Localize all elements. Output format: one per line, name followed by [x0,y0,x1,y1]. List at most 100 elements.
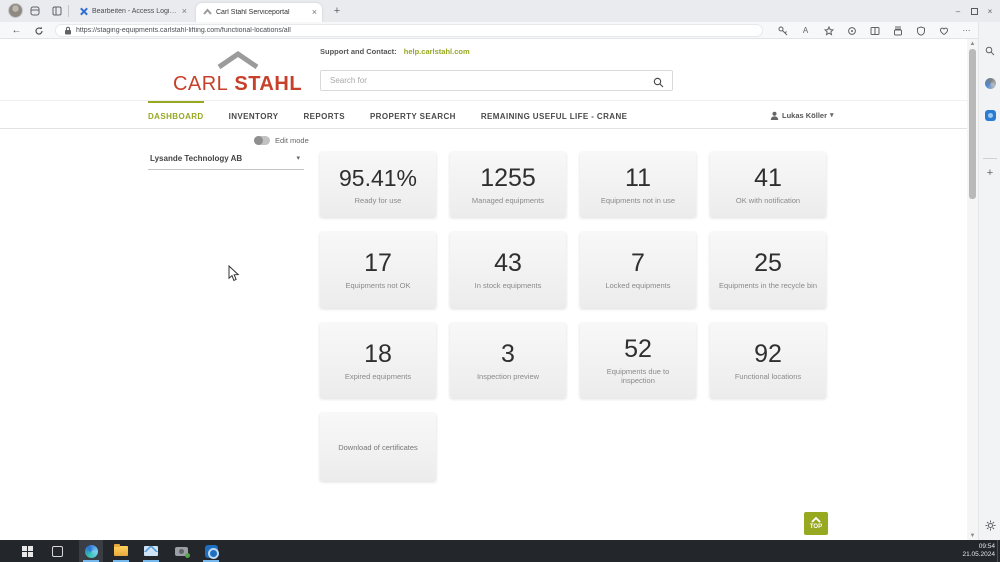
clock-time: 09:54 [962,543,995,551]
designer-app-icon[interactable] [983,108,997,122]
tile-equipments-not-ok[interactable]: 17 Equipments not OK [320,232,436,308]
screenshot-tool-icon[interactable] [172,542,190,560]
page-scrollbar[interactable]: ▲ ▼ [967,39,978,540]
nav-inventory[interactable]: INVENTORY [229,101,279,129]
clock-date: 21.05.2024 [962,551,995,559]
mail-icon[interactable] [142,542,160,560]
logo-text: CARL STAHL [165,73,310,96]
window-controls: – × [950,0,998,22]
nav-reports[interactable]: REPORTS [303,101,344,129]
new-tab-button[interactable]: + [330,4,344,18]
access-favicon [79,7,88,16]
scrollbar-up-icon[interactable]: ▲ [967,39,978,48]
user-name: Lukas Köller [782,111,827,120]
outlook-icon[interactable] [202,542,220,560]
edit-mode-label: Edit mode [275,136,309,145]
search-box [320,70,673,91]
tab-close-icon[interactable]: × [312,8,317,17]
support-link[interactable]: help.carlstahl.com [404,47,470,56]
edit-mode-toggle[interactable] [254,136,270,145]
split-screen-icon[interactable] [868,24,881,37]
tile-equipments-due-to-inspection[interactable]: 52 Equipments due to inspection [580,323,696,398]
browser-toolbar: ← https://staging-equipments.carlstahl-l… [0,22,1000,39]
browser-essentials-icon[interactable] [937,24,950,37]
tile-ok-with-notification[interactable]: 41 OK with notification [710,152,826,217]
edge-sidebar: + [978,22,1000,540]
more-options-icon[interactable]: ⋯ [960,24,973,37]
screen: Bearbeiten - Access Login - Hel × Carl S… [0,0,1000,562]
browser-titlebar: Bearbeiten - Access Login - Hel × Carl S… [0,0,1000,22]
favorites-star-icon[interactable] [822,24,835,37]
tile-in-stock-equipments[interactable]: 43 In stock equipments [450,232,566,308]
support-contact: Support and Contact: help.carlstahl.com [320,47,470,56]
scrollbar-thumb[interactable] [969,49,976,199]
url-text: https://staging-equipments.carlstahl-lif… [76,27,291,34]
edit-mode-control: Edit mode [254,136,309,145]
nav-property-search[interactable]: PROPERTY SEARCH [370,101,456,129]
reload-icon[interactable] [32,24,45,37]
collections-icon[interactable] [891,24,904,37]
tab-access-login[interactable]: Bearbeiten - Access Login - Hel × [72,0,192,22]
address-bar[interactable]: https://staging-equipments.carlstahl-lif… [55,24,763,37]
user-menu[interactable]: Lukas Köller ▾ [770,101,834,129]
scrollbar-down-icon[interactable]: ▼ [967,531,978,540]
back-icon[interactable]: ← [10,24,23,37]
tab-title: Carl Stahl Serviceportal [216,9,307,16]
tile-managed-equipments[interactable]: 1255 Managed equipments [450,152,566,217]
shield-icon[interactable] [914,24,927,37]
tab-actions-icon[interactable] [49,3,64,18]
tile-equipments-not-in-use[interactable]: 11 Equipments not in use [580,152,696,217]
windows-taskbar: 09:54 21.05.2024 [0,540,1000,562]
support-label: Support and Contact: [320,47,397,56]
add-app-icon[interactable]: + [983,166,997,180]
user-caret-icon: ▾ [830,111,834,119]
tab-title: Bearbeiten - Access Login - Hel [92,8,177,15]
lock-icon [64,26,72,35]
sidebar-search-icon[interactable] [983,44,997,58]
read-aloud-icon[interactable]: A [799,24,812,37]
tab-carl-stahl-serviceportal[interactable]: Carl Stahl Serviceportal × [196,3,322,22]
page-content: Support and Contact: help.carlstahl.com … [0,39,967,540]
tab-separator [68,5,69,17]
company-select-caret-icon: ▾ [296,154,300,162]
sync-icon[interactable] [845,24,858,37]
start-button[interactable] [18,542,36,560]
taskbar-clock[interactable]: 09:54 21.05.2024 [962,543,995,559]
tile-download-of-certificates[interactable]: Download of certificates [320,413,436,481]
logo-roof-icon [215,51,261,71]
task-view-icon[interactable] [48,542,66,560]
nav-remaining-useful-life-crane[interactable]: REMAINING USEFUL LIFE - CRANE [481,101,628,129]
minimize-button[interactable]: – [950,0,966,22]
sidebar-divider [983,158,997,159]
browser-profile-avatar[interactable] [8,3,23,18]
company-select[interactable]: Lysande Technology AB ▾ [148,149,304,170]
search-icon[interactable] [653,75,664,93]
password-icon[interactable] [776,24,789,37]
main-nav: DASHBOARD INVENTORY REPORTS PROPERTY SEA… [0,100,967,129]
sidebar-settings-icon[interactable] [983,518,997,532]
company-select-value: Lysande Technology AB [150,154,242,163]
file-explorer-icon[interactable] [112,542,130,560]
tile-ready-for-use[interactable]: 95.41% Ready for use [320,152,436,217]
tile-functional-locations[interactable]: 92 Functional locations [710,323,826,398]
chevron-up-icon [811,517,821,523]
edge-taskbar-icon[interactable] [82,542,100,560]
tile-locked-equipments[interactable]: 7 Locked equipments [580,232,696,308]
tile-expired-equipments[interactable]: 18 Expired equipments [320,323,436,398]
carl-stahl-favicon [203,8,212,17]
close-button[interactable]: × [982,0,998,22]
search-input[interactable] [321,71,651,90]
copilot-app-icon[interactable] [983,76,997,90]
carl-stahl-logo: CARL STAHL [165,51,310,99]
mouse-cursor [228,265,240,282]
tile-equipments-in-the-recycle-bin[interactable]: 25 Equipments in the recycle bin [710,232,826,308]
tile-inspection-preview[interactable]: 3 Inspection preview [450,323,566,398]
dashboard-tiles: 95.41% Ready for use 1255 Managed equipm… [320,152,826,398]
tab-close-icon[interactable]: × [182,7,187,16]
scroll-to-top-button[interactable]: TOP [804,512,828,535]
nav-dashboard[interactable]: DASHBOARD [148,101,204,129]
user-icon [770,111,779,120]
workspaces-icon[interactable] [27,3,42,18]
toolbar-icons: A ⋯ [776,23,996,38]
maximize-button[interactable] [966,0,982,22]
